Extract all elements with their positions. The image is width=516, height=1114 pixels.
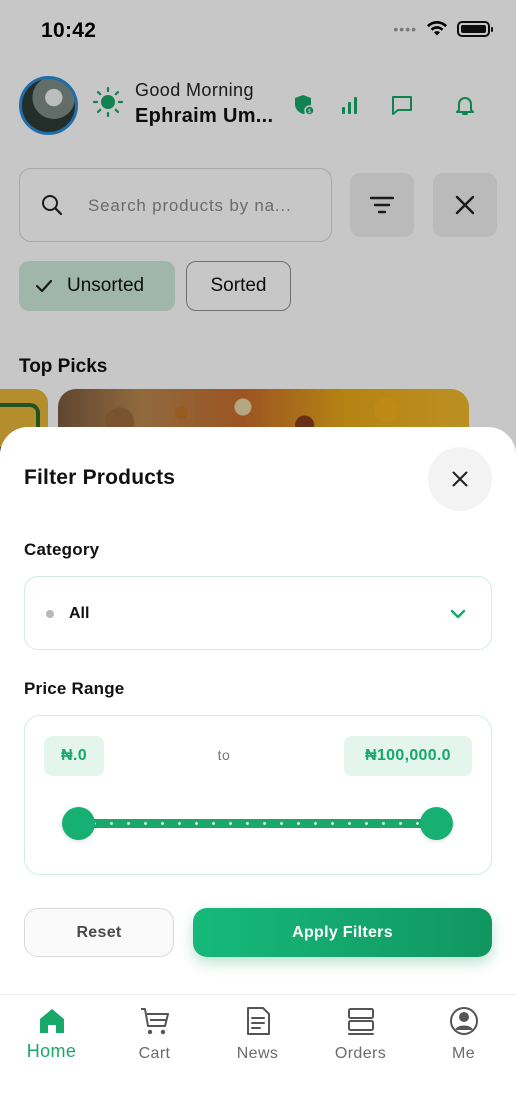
category-dot <box>46 610 54 618</box>
price-slider-min-handle[interactable] <box>62 807 95 840</box>
profile-icon <box>449 1007 478 1035</box>
category-value: All <box>69 605 90 622</box>
nav-item-orders[interactable]: Orders <box>309 995 412 1075</box>
category-select[interactable]: All <box>24 576 492 650</box>
nav-label-cart: Cart <box>138 1045 171 1062</box>
category-label: Category <box>24 540 100 559</box>
price-min-value: ₦.0 <box>44 736 104 776</box>
price-slider-max-handle[interactable] <box>420 807 453 840</box>
sheet-title: Filter Products <box>24 466 176 489</box>
nav-label-news: News <box>236 1045 279 1062</box>
apply-filters-button[interactable]: Apply Filters <box>193 908 492 957</box>
nav-label-home: Home <box>26 1041 77 1061</box>
home-icon <box>39 1009 64 1033</box>
chevron-down-icon <box>450 609 466 619</box>
nav-item-cart[interactable]: Cart <box>103 995 206 1075</box>
orders-icon <box>347 1008 374 1035</box>
price-slider-track[interactable] <box>78 819 436 828</box>
nav-label-orders: Orders <box>334 1045 387 1062</box>
nav-label-me: Me <box>451 1045 476 1062</box>
nav-item-news[interactable]: News <box>206 995 309 1075</box>
nav-item-me[interactable]: Me <box>412 995 515 1075</box>
price-to-text: to <box>217 747 231 763</box>
price-range-label: Price Range <box>24 679 125 698</box>
bottom-nav: Home Cart News Orders Me <box>0 994 516 1114</box>
close-sheet-button[interactable] <box>428 447 492 511</box>
nav-item-home[interactable]: Home <box>0 995 103 1075</box>
news-icon <box>246 1007 270 1035</box>
reset-button[interactable]: Reset <box>24 908 174 957</box>
price-max-value: ₦100,000.0 <box>344 736 472 776</box>
close-icon <box>452 471 468 487</box>
cart-icon <box>140 1008 169 1035</box>
